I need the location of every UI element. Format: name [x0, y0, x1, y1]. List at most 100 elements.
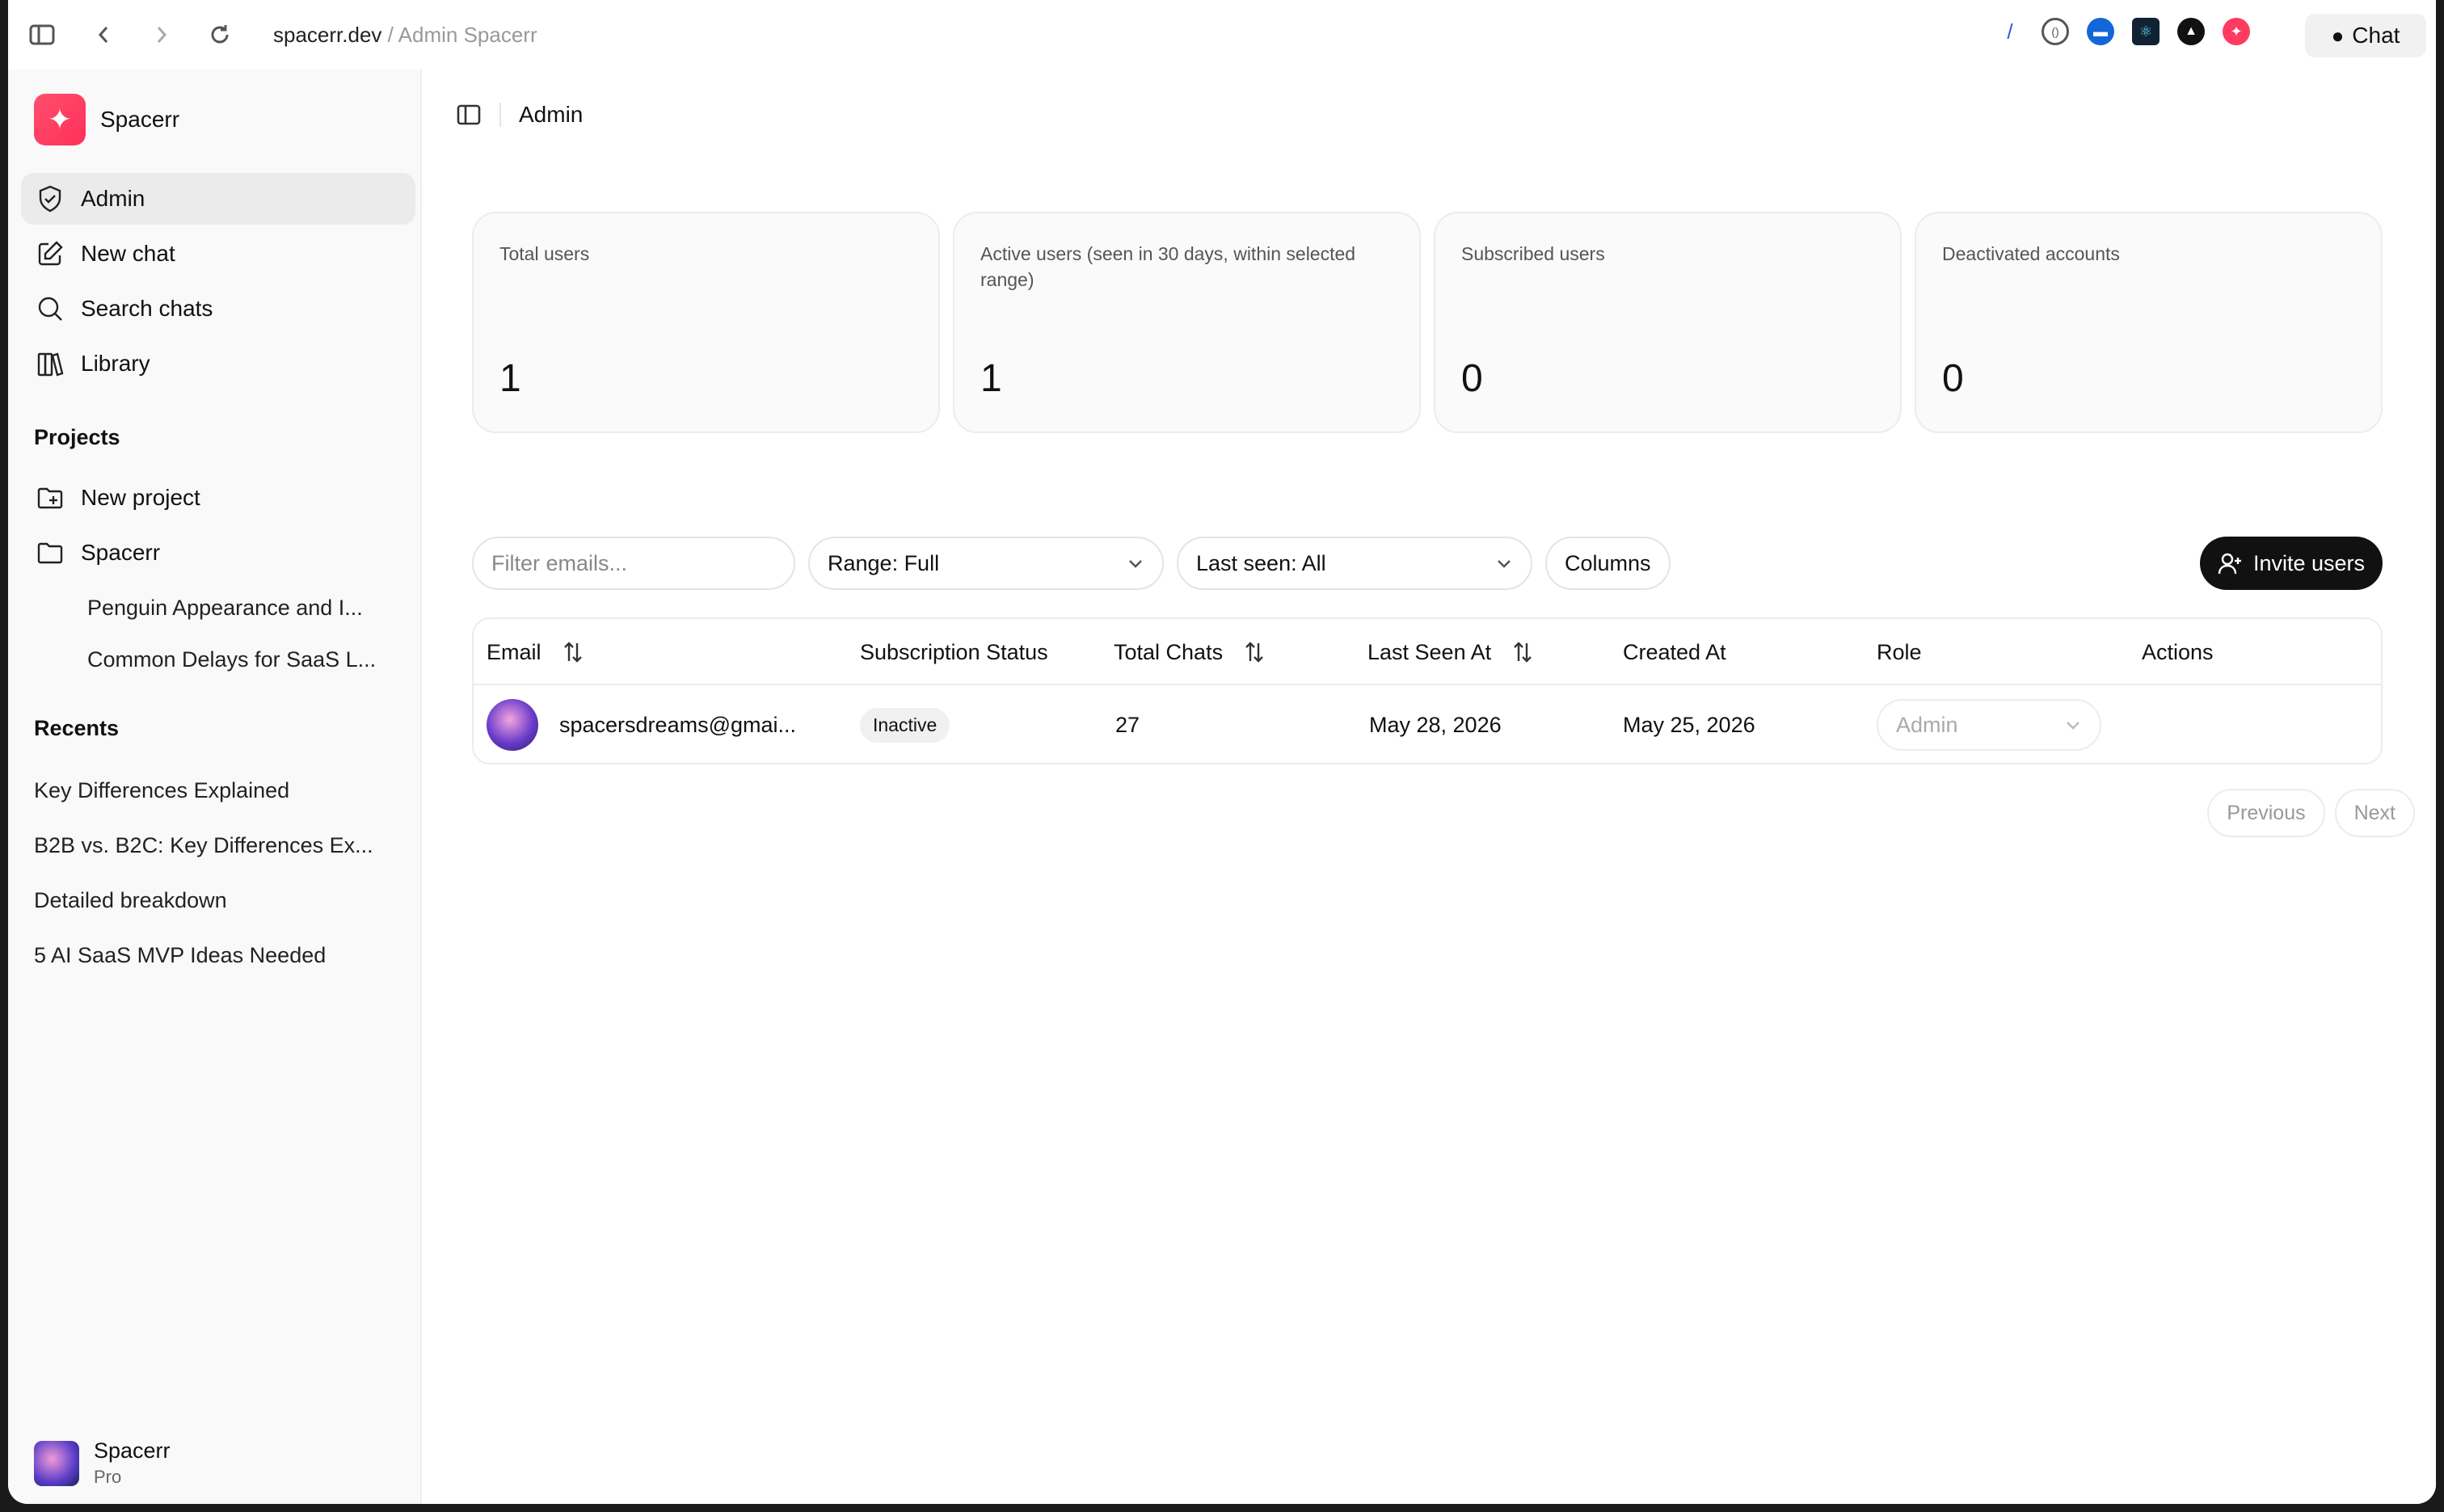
sidebar-toggle-icon[interactable] — [26, 19, 58, 51]
chevron-down-icon — [1498, 560, 1511, 568]
invite-users-button[interactable]: Invite users — [2199, 537, 2383, 590]
pagination: Previous Next — [2207, 789, 2415, 837]
stats-cards: Total users 1 Active users (seen in 30 d… — [472, 212, 2383, 433]
sidebar-item-admin[interactable]: Admin — [21, 173, 415, 225]
table-row[interactable]: spacersdreams@gmai... Inactive 27 May 28… — [474, 685, 2381, 763]
brand[interactable]: ✦ Spacerr — [34, 94, 179, 145]
recent-chat-item[interactable]: 5 AI SaaS MVP Ideas Needed — [34, 928, 406, 983]
stat-value: 0 — [1942, 357, 1964, 400]
cell-subscription: Inactive — [860, 685, 950, 763]
stat-value: 0 — [1461, 357, 1483, 400]
sidebar-item-label: Library — [81, 351, 150, 376]
user-email: spacersdreams@gmai... — [559, 712, 797, 737]
edit-icon — [38, 241, 63, 266]
recent-chat-item[interactable]: B2B vs. B2C: Key Differences Ex... — [34, 818, 406, 873]
recents-list: Key Differences Explained B2B vs. B2C: K… — [34, 763, 406, 983]
stat-value: 1 — [980, 357, 1002, 400]
last-seen-select-value: Last seen: All — [1196, 550, 1326, 575]
recent-chat-item[interactable]: Key Differences Explained — [34, 763, 406, 818]
stat-card-subscribed-users: Subscribed users 0 — [1434, 212, 1902, 433]
previous-page-button[interactable]: Previous — [2207, 789, 2325, 837]
table-toolbar: Range: Full Last seen: All Columns Invit… — [472, 537, 2383, 590]
chat-bubble-icon: ● — [2331, 23, 2345, 48]
url-domain: spacerr.dev — [273, 22, 382, 47]
stat-label: Deactivated accounts — [1942, 243, 2120, 264]
project-chat-item[interactable]: Penguin Appearance and I... — [21, 582, 415, 634]
cell-created: May 25, 2026 — [1623, 712, 1755, 737]
range-select-value: Range: Full — [828, 550, 940, 575]
cell-role: Admin — [1877, 685, 2101, 763]
chat-extension-icon[interactable]: ▬ — [2087, 18, 2114, 45]
stat-label: Subscribed users — [1461, 243, 1605, 264]
reload-icon[interactable] — [204, 19, 236, 51]
column-header-label: Last Seen At — [1367, 639, 1492, 664]
pen-extension-icon[interactable]: / — [1996, 18, 2024, 45]
triangle-extension-icon[interactable]: ▲ — [2177, 18, 2205, 45]
sidebar-item-spacerr-project[interactable]: Spacerr — [21, 527, 415, 579]
filter-emails-input[interactable] — [472, 537, 795, 590]
topbar-divider — [499, 103, 501, 127]
projects-list: New project Spacerr Penguin Appearance a… — [21, 472, 415, 685]
sidebar-item-new-chat[interactable]: New chat — [21, 228, 415, 280]
url-page-title: Admin Spacerr — [398, 22, 537, 47]
sort-icon[interactable] — [1511, 640, 1535, 664]
browser-toolbar: spacerr.dev / Admin Spacerr / () ▬ ⚛ ▲ ✦… — [8, 0, 2436, 69]
project-chat-item[interactable]: Common Delays for SaaS L... — [21, 634, 415, 685]
user-plan: Pro — [94, 1467, 122, 1487]
brand-name: Spacerr — [100, 107, 180, 132]
url-separator: / — [381, 22, 398, 47]
column-header-label: Total Chats — [1114, 639, 1224, 664]
search-icon — [38, 297, 62, 321]
sidebar-item-label: Admin — [81, 186, 145, 211]
folder-plus-icon — [37, 487, 63, 509]
address-bar[interactable]: spacerr.dev / Admin Spacerr — [273, 23, 537, 48]
user-profile[interactable]: Spacerr Pro — [34, 1438, 171, 1488]
last-seen-select[interactable]: Last seen: All — [1177, 537, 1532, 590]
cell-total-chats: 27 — [1115, 712, 1140, 737]
sidebar-item-label: New chat — [81, 241, 175, 266]
next-page-button[interactable]: Next — [2334, 789, 2415, 837]
sidebar-item-label: Search chats — [81, 296, 213, 321]
sort-icon[interactable] — [1242, 640, 1266, 664]
avatar — [34, 1440, 79, 1486]
react-devtools-icon[interactable]: ⚛ — [2132, 18, 2160, 45]
shield-check-icon — [39, 185, 61, 213]
topbar: Admin — [456, 102, 583, 128]
stat-label: Total users — [499, 243, 590, 264]
spacerr-extension-icon[interactable]: ✦ — [2223, 18, 2250, 45]
role-select-value: Admin — [1896, 712, 1958, 737]
recents-heading: Recents — [34, 716, 120, 740]
sidebar-item-new-project[interactable]: New project — [21, 472, 415, 524]
sidebar-item-library[interactable]: Library — [21, 338, 415, 390]
columns-button[interactable]: Columns — [1545, 537, 1671, 590]
recent-chat-item[interactable]: Detailed breakdown — [34, 873, 406, 928]
sidebar-item-search-chats[interactable]: Search chats — [21, 283, 415, 335]
stat-card-active-users: Active users (seen in 30 days, within se… — [953, 212, 1421, 433]
cell-last-seen: May 28, 2026 — [1369, 712, 1502, 737]
column-header-total-chats[interactable]: Total Chats — [1114, 619, 1266, 685]
stat-label: Active users (seen in 30 days, within se… — [980, 243, 1356, 291]
column-header-label: Email — [487, 639, 541, 664]
users-table: Email Subscription Status Total Chats La… — [472, 617, 2383, 764]
sort-icon[interactable] — [561, 640, 585, 664]
browser-window: spacerr.dev / Admin Spacerr / () ▬ ⚛ ▲ ✦… — [8, 0, 2436, 1504]
stat-card-deactivated-accounts: Deactivated accounts 0 — [1915, 212, 2383, 433]
panel-toggle-icon[interactable] — [456, 103, 482, 127]
range-select[interactable]: Range: Full — [808, 537, 1164, 590]
projects-heading: Projects — [34, 425, 120, 449]
chevron-down-icon — [2067, 722, 2080, 730]
stat-card-total-users: Total users 1 — [472, 212, 940, 433]
sidebar-item-label: Spacerr — [81, 540, 161, 565]
column-header-last-seen[interactable]: Last Seen At — [1367, 619, 1535, 685]
column-header-role: Role — [1877, 639, 1922, 664]
forward-icon[interactable] — [145, 19, 178, 51]
back-icon[interactable] — [87, 19, 120, 51]
column-header-actions: Actions — [2142, 639, 2214, 664]
column-header-created: Created At — [1623, 639, 1726, 664]
chat-button[interactable]: ● Chat — [2305, 14, 2426, 57]
code-extension-icon[interactable]: () — [2042, 18, 2069, 45]
folder-icon — [37, 542, 63, 564]
role-select[interactable]: Admin — [1877, 699, 2101, 751]
user-name: Spacerr — [94, 1438, 171, 1463]
column-header-email[interactable]: Email — [487, 619, 585, 685]
